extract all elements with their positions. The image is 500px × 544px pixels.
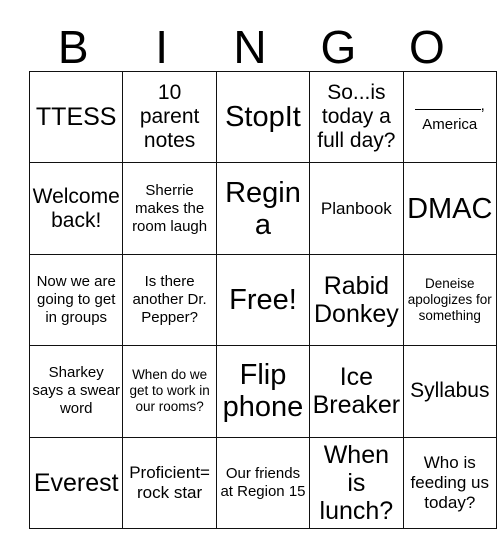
bingo-cell[interactable]: Regina	[215, 162, 311, 255]
bingo-cell-text: Syllabus	[410, 379, 490, 403]
bingo-cell[interactable]: Syllabus	[402, 345, 497, 438]
bingo-cell-text: When do we get to work in our rooms?	[129, 367, 210, 415]
bingo-cell-text: DMAC	[407, 192, 493, 225]
bingo-cell[interactable]: When is lunch?	[309, 436, 404, 529]
blank-line-row: ,	[406, 96, 494, 115]
bingo-cell-text: Everest	[33, 468, 119, 497]
header-letter-o: O	[408, 21, 445, 73]
bingo-cell-text: Sharkey says a swear word	[32, 364, 120, 418]
bingo-cell[interactable]: 10 parent notes	[122, 70, 217, 164]
bingo-cell[interactable]: When do we get to work in our rooms?	[122, 345, 217, 438]
bingo-cell-text: 10 parent notes	[139, 81, 200, 153]
bingo-cell-text: StopIt	[225, 101, 301, 134]
bingo-cell[interactable]: StopIt	[215, 70, 311, 164]
bingo-cell[interactable]: Rabid Donkey	[309, 253, 404, 347]
blank-comma: ,	[480, 96, 485, 114]
bingo-cell[interactable]: Welcome back!	[28, 162, 124, 255]
bingo-header-row: B I N G O	[29, 10, 471, 71]
bingo-card: B I N G O TTESS 10 parent notes StopIt S…	[28, 10, 497, 529]
bingo-cell-text: When is lunch?	[319, 440, 394, 525]
bingo-cell[interactable]: Now we are going to get in groups	[28, 253, 124, 347]
bingo-cell-text: Now we are going to get in groups	[36, 272, 116, 326]
bingo-cell[interactable]: Proficient= rock star	[122, 436, 217, 529]
bingo-cell[interactable]: DMAC	[402, 162, 497, 255]
header-letter-b: B	[57, 21, 89, 73]
bingo-cell-text: Welcome back!	[32, 184, 120, 232]
bingo-cell-text: So...is today a full day?	[317, 81, 396, 153]
fill-in-blank-group: , America	[406, 96, 494, 134]
bingo-cell-text: Flip phone	[222, 359, 304, 424]
bingo-cell[interactable]: Sherrie makes the room laugh	[122, 162, 217, 255]
bingo-cell-text: Planbook	[320, 198, 392, 218]
bingo-row: Sharkey says a swear word When do we get…	[28, 345, 497, 438]
bingo-cell-text: Rabid Donkey	[313, 271, 399, 328]
bingo-cell[interactable]: Planbook	[309, 162, 404, 255]
bingo-cell[interactable]: So...is today a full day?	[309, 70, 404, 164]
bingo-cell[interactable]: Everest	[28, 436, 124, 529]
bingo-cell[interactable]: Is there another Dr. Pepper?	[122, 253, 217, 347]
bingo-cell-text: Is there another Dr. Pepper?	[132, 272, 207, 326]
header-letter-i: I	[155, 21, 168, 73]
bingo-row: Everest Proficient= rock star Our friend…	[28, 436, 497, 529]
bingo-cell-text: Our friends at Region 15	[220, 464, 306, 500]
header-letter-g: G	[320, 21, 357, 73]
bingo-cell-free-space[interactable]: Free!	[215, 253, 311, 347]
bingo-cell[interactable]: Flip phone	[215, 345, 311, 438]
bingo-cell[interactable]: TTESS	[28, 70, 124, 164]
bingo-cell-text: Proficient= rock star	[129, 462, 210, 502]
bingo-cell-text: Who is feeding us today?	[410, 452, 489, 512]
header-letter-n: N	[233, 21, 267, 73]
blank-underline	[414, 108, 481, 110]
bingo-row: Now we are going to get in groups Is the…	[28, 253, 497, 347]
bingo-cell-text: Deneise apologizes for something	[407, 275, 492, 323]
bingo-cell[interactable]: Our friends at Region 15	[215, 436, 311, 529]
bingo-grid-body: TTESS 10 parent notes StopIt So...is tod…	[28, 70, 497, 529]
bingo-row: TTESS 10 parent notes StopIt So...is tod…	[28, 70, 497, 164]
bingo-cell-text: TTESS	[35, 103, 117, 132]
bingo-cell-text: Ice Breaker	[312, 363, 401, 420]
bingo-grid: TTESS 10 parent notes StopIt So...is tod…	[28, 70, 497, 529]
bingo-cell-text: Sherrie makes the room laugh	[132, 181, 208, 235]
bingo-cell[interactable]: Ice Breaker	[309, 345, 404, 438]
bingo-cell-text: Regina	[225, 176, 301, 241]
bingo-cell[interactable]: Who is feeding us today?	[402, 436, 497, 529]
bingo-cell-text: America	[422, 115, 478, 133]
bingo-cell-text: Free!	[229, 283, 297, 316]
bingo-cell[interactable]: Deneise apologizes for something	[402, 253, 497, 347]
bingo-cell[interactable]: Sharkey says a swear word	[28, 345, 124, 438]
bingo-cell-fill-in-blank[interactable]: , America	[402, 70, 497, 164]
bingo-row: Welcome back! Sherrie makes the room lau…	[28, 162, 497, 255]
